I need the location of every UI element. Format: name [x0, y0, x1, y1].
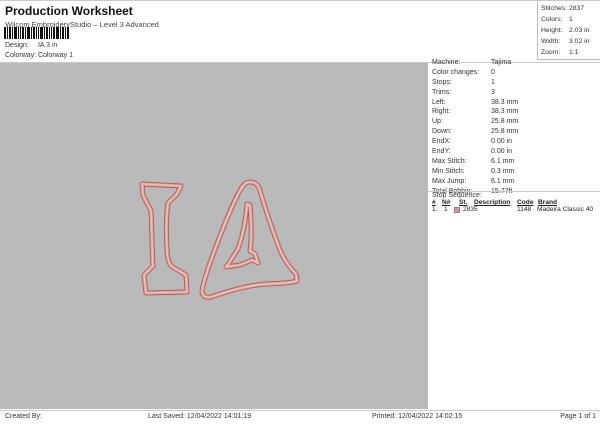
footer-page-number: Page 1 of 1 — [560, 413, 596, 420]
color-changes-label: Color changes: — [432, 68, 480, 76]
barcode-image — [4, 27, 69, 39]
stops-value: 1 — [491, 78, 495, 86]
summary-row-stitches: Stitches: 2837 — [541, 3, 600, 14]
max-jump-label: Max Jump: — [432, 177, 467, 185]
detail-row-left: Left: 38.3 mm — [432, 98, 600, 108]
stops-label: Stops: — [432, 78, 452, 86]
max-jump-value: 6.1 mm — [491, 177, 515, 185]
table-row-code: 1148 — [517, 206, 532, 213]
right-label: Right: — [432, 108, 451, 116]
summary-row-width: Width: 3.02 in — [541, 36, 600, 47]
footer-divider — [0, 410, 600, 411]
height-value: 2.03 in — [569, 27, 590, 34]
down-label: Down: — [432, 128, 452, 136]
max-stitch-value: 6.1 mm — [491, 157, 515, 165]
colorway-label: Colorway: — [5, 52, 37, 59]
stitches-label: Stitches: — [541, 5, 568, 12]
up-label: Up: — [432, 118, 443, 126]
detail-row-max-jump: Max Jump: 6.1 mm — [432, 177, 600, 187]
column-header-needle: N# — [442, 199, 451, 206]
width-label: Width: — [541, 38, 561, 45]
color-changes-value: 0 — [491, 68, 495, 76]
production-worksheet-page: Production Worksheet Wilcom EmbroiderySt… — [0, 0, 600, 424]
column-header-description: Description — [474, 199, 511, 206]
detail-row-stops: Stops: 1 — [432, 78, 600, 88]
endx-label: EndX: — [432, 138, 452, 146]
min-stitch-label: Min Stitch: — [432, 167, 465, 175]
table-row-brand: Madeira Classic 40 — [537, 206, 594, 213]
design-name-row: Design: IA 3 in — [5, 42, 57, 49]
design-value: IA 3 in — [37, 42, 58, 49]
machine-details-panel: Machine: Tajima Color changes: 0 Stops: 1 T… — [432, 58, 600, 196]
detail-row-down: Down: 25.8 mm — [432, 127, 600, 137]
up-value: 25.8 mm — [491, 118, 519, 126]
column-header-brand: Brand — [538, 199, 558, 206]
footer-last-saved: Last Saved: 12/04/2022 14:01:19 — [148, 413, 252, 420]
zoom-value: 1:1 — [569, 49, 579, 56]
detail-row-endx: EndX: 0.00 in — [432, 137, 600, 147]
endy-label: EndY: — [432, 148, 451, 156]
colors-value: 1 — [569, 16, 573, 23]
left-value: 38.3 mm — [491, 98, 519, 106]
min-stitch-value: 0.3 mm — [491, 167, 515, 175]
detail-row-min-stitch: Min Stitch: 0.3 mm — [432, 167, 600, 177]
height-label: Height: — [541, 27, 563, 34]
right-value: 38.3 mm — [491, 108, 519, 116]
max-stitch-label: Max Stitch: — [432, 157, 467, 165]
trims-label: Trims: — [432, 88, 452, 96]
detail-row-up: Up: 25.8 mm — [432, 117, 600, 127]
design-preview-canvas — [0, 63, 428, 409]
summary-row-height: Height: 2.03 in — [541, 25, 600, 36]
detail-row-right: Right: 38.3 mm — [432, 107, 600, 117]
endy-value: 0.00 in — [491, 148, 513, 156]
machine-label: Machine: — [432, 59, 461, 66]
colors-label: Colors: — [541, 16, 563, 23]
page-title: Production Worksheet — [5, 4, 133, 18]
trims-value: 3 — [491, 88, 495, 96]
summary-row-colors: Colors: 1 — [541, 14, 600, 25]
width-value: 3.02 in — [569, 38, 590, 45]
column-header-stitches: St. — [459, 199, 468, 206]
table-row-needle: 1 — [444, 206, 448, 213]
colorway-value: Colorway 1 — [37, 52, 73, 59]
colorway-row: Colorway: Colorway 1 — [5, 52, 73, 59]
summary-row-zoom: Zoom: 1:1 — [541, 47, 600, 58]
detail-row-endy: EndY: 0.00 in — [432, 147, 600, 157]
column-header-num: # — [432, 199, 436, 206]
footer-created-by: Created By: — [5, 413, 42, 420]
column-header-code: Code — [517, 199, 534, 206]
zoom-label: Zoom: — [541, 49, 561, 56]
stop-sequence-title: Stop Sequence: — [432, 192, 482, 199]
detail-row-trims: Trims: 3 — [432, 88, 600, 98]
detail-row-max-stitch: Max Stitch: 6.1 mm — [432, 157, 600, 167]
down-value: 25.8 mm — [491, 128, 519, 136]
design-summary-box: Stitches: 2837 Colors: 1 Height: 2.03 in Wi… — [537, 1, 600, 60]
detail-row-color-changes: Color changes: 0 — [432, 68, 600, 78]
table-row-stitches: 2835 — [463, 206, 478, 213]
thread-color-swatch — [454, 207, 460, 213]
machine-value: Tajima — [491, 59, 512, 66]
stitches-value: 2837 — [569, 5, 585, 12]
detail-row-machine: Machine: Tajima — [432, 58, 600, 68]
design-label: Design: — [5, 42, 29, 49]
embroidery-design-ia — [0, 63, 428, 409]
footer-printed: Printed: 12/04/2022 14:02:15 — [372, 413, 463, 420]
left-label: Left: — [432, 98, 446, 106]
endx-value: 0.00 in — [491, 138, 513, 146]
table-row-num: 1. — [432, 206, 438, 213]
